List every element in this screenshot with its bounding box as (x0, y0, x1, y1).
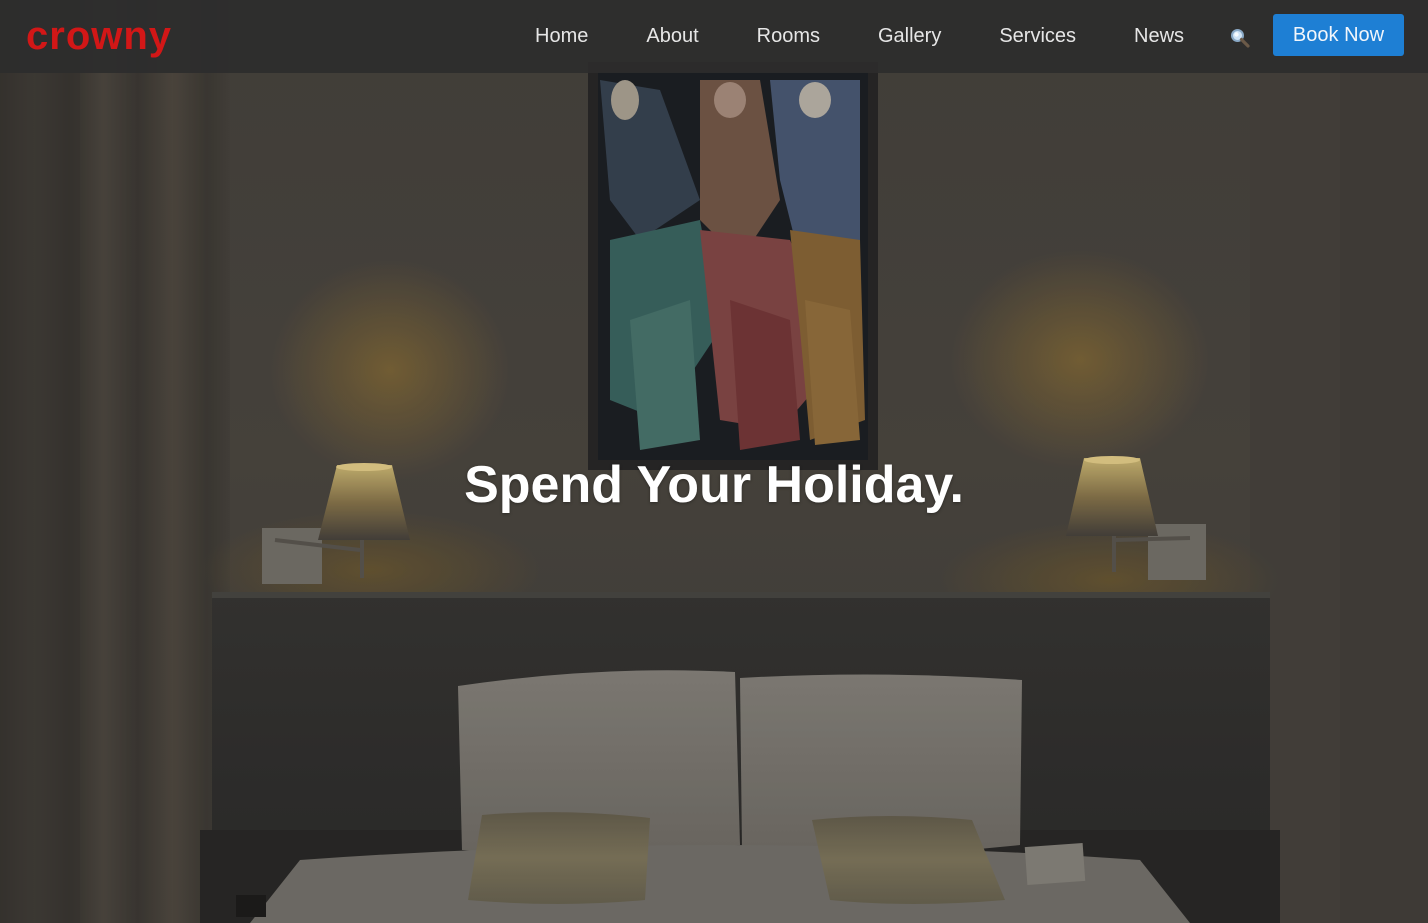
nav-item-news[interactable]: News (1134, 25, 1184, 48)
nav-item-rooms[interactable]: Rooms (757, 25, 820, 48)
hero-headline: Spend Your Holiday. (464, 455, 964, 514)
book-now-button[interactable]: Book Now (1273, 14, 1404, 56)
search-icon[interactable] (1229, 27, 1251, 49)
nav-item-home[interactable]: Home (535, 25, 588, 48)
nav-item-services[interactable]: Services (999, 25, 1076, 48)
nav-item-about[interactable]: About (646, 25, 698, 48)
brand-logo[interactable]: crowny (26, 14, 172, 58)
hero-section: crowny Home About Rooms Gallery Services… (0, 0, 1428, 923)
top-navbar: crowny Home About Rooms Gallery Services… (0, 0, 1428, 73)
main-nav: Home About Rooms Gallery Services News (535, 0, 1224, 73)
nav-item-gallery[interactable]: Gallery (878, 25, 941, 48)
